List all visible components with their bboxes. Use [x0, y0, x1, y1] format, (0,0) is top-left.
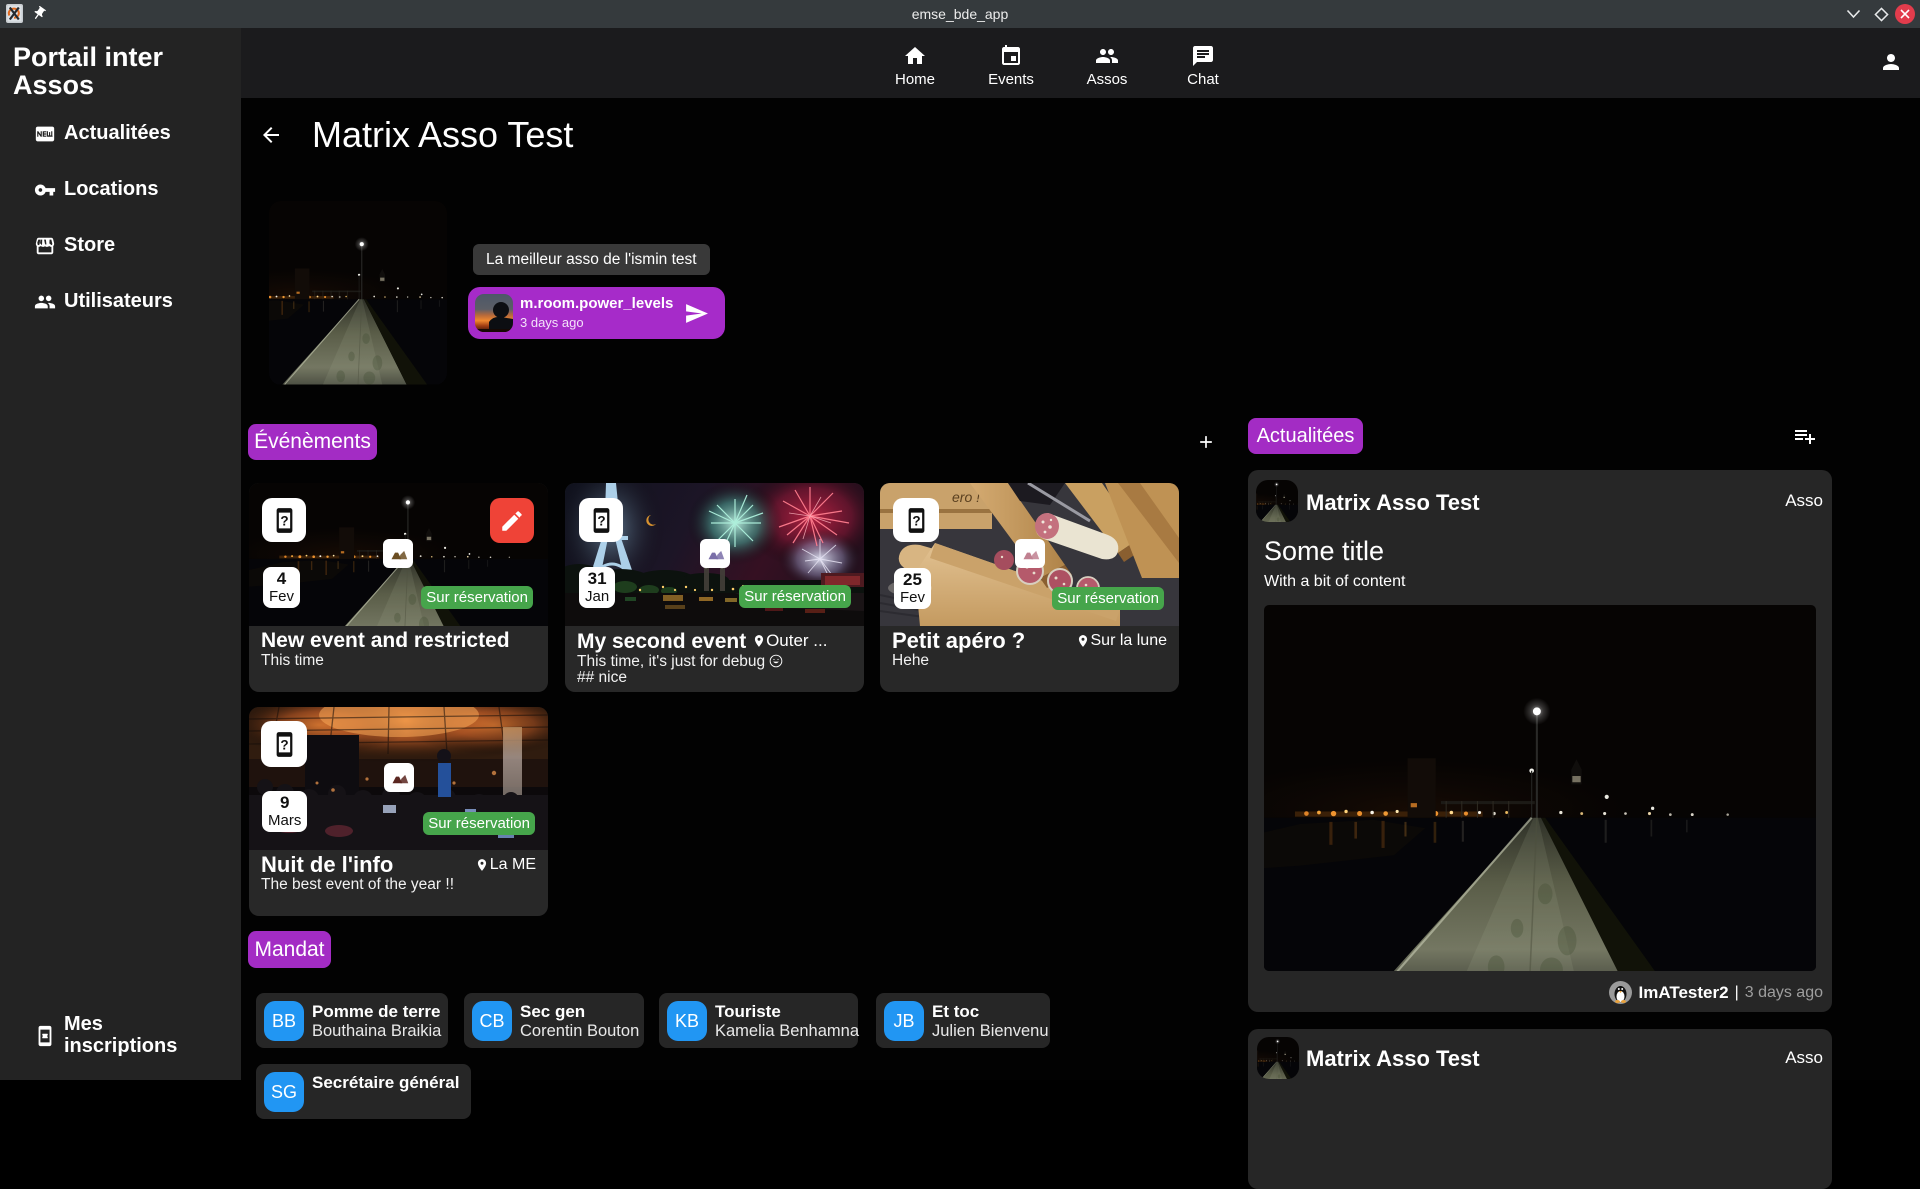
- svg-text:?: ?: [280, 737, 288, 752]
- svg-text:?: ?: [597, 513, 605, 528]
- svg-text:?: ?: [280, 513, 288, 528]
- svg-text:?: ?: [912, 513, 920, 528]
- svg-text:ero !: ero !: [952, 489, 980, 505]
